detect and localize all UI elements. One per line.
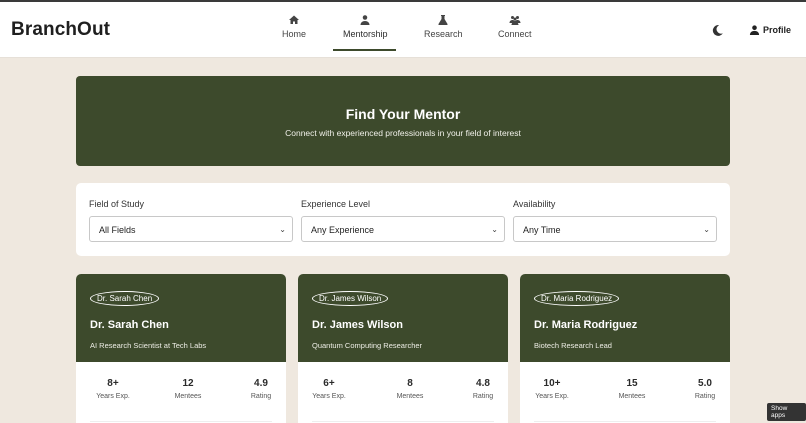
show-apps-button[interactable]: Show apps [767,403,806,421]
stat-value: 12 [182,378,194,389]
hero-subtitle: Connect with experienced professionals i… [285,128,521,138]
stat-label: Rating [472,393,494,400]
hero-title: Find Your Mentor [345,106,461,122]
stat-value: 4.8 [476,378,490,389]
top-navbar: BranchOut Home Mentorship Research Conne… [0,2,806,58]
mentor-name: Dr. James Wilson [312,319,403,331]
moon-icon[interactable] [711,24,724,37]
nav-research-label: Research [424,29,463,39]
stat-value: 10+ [543,378,561,389]
active-tab-indicator [333,49,396,51]
filter-availability: Availability Any Time ⌄ [513,199,717,242]
mentor-photo: Dr. James Wilson [312,291,389,306]
stat-value: 8 [407,378,413,389]
mentor-card[interactable]: Dr. James Wilson Dr. James Wilson Quantu… [298,274,508,423]
mentor-card-header: Dr. Maria Rodriguez Dr. Maria Rodriguez … [520,274,730,362]
stat-value: 4.9 [254,378,268,389]
nav-connect-label: Connect [498,29,532,39]
person-icon [360,15,370,25]
mentor-stats: 10+ Years Exp. 15 Mentees 5.0 Rating [534,362,716,422]
stat-label: Years Exp. [312,393,346,400]
filter-field-of-study: Field of Study All Fields ⌄ [89,199,293,242]
mentor-card[interactable]: Dr. Sarah Chen Dr. Sarah Chen AI Researc… [76,274,286,423]
stat-mentees: 15 Mentees [614,378,650,400]
mentor-name: Dr. Sarah Chen [90,319,169,331]
nav-connect[interactable]: Connect [498,14,532,39]
select-value: All Fields [99,225,136,235]
stat-label: Rating [694,393,716,400]
nav-home[interactable]: Home [282,14,306,39]
mentor-stats: 6+ Years Exp. 8 Mentees 4.8 Rating [312,362,494,422]
stat-value: 8+ [107,378,119,389]
stat-label: Years Exp. [96,393,130,400]
stat-label: Mentees [174,393,202,400]
stat-experience: 8+ Years Exp. [96,378,130,400]
stat-rating: 5.0 Rating [690,378,720,400]
nav-mentorship-label: Mentorship [343,29,388,39]
nav-mentorship[interactable]: Mentorship [343,14,388,39]
stat-experience: 6+ Years Exp. [312,378,346,400]
mentor-photo: Dr. Maria Rodriguez [534,291,620,306]
mentor-card-header: Dr. Sarah Chen Dr. Sarah Chen AI Researc… [76,274,286,362]
profile-label: Profile [763,25,792,35]
filter-label: Availability [513,199,556,209]
filter-label: Field of Study [89,199,145,209]
hero-banner: Find Your Mentor Connect with experience… [76,76,730,166]
mentor-photo: Dr. Sarah Chen [90,291,160,306]
stat-label: Years Exp. [535,393,569,400]
stat-rating: 4.8 Rating [468,378,498,400]
filter-experience-level: Experience Level Any Experience ⌄ [301,199,505,242]
filter-label: Experience Level [301,199,371,209]
mentor-stats: 8+ Years Exp. 12 Mentees 4.9 Rating [90,362,272,422]
filter-panel: Field of Study All Fields ⌄ Experience L… [76,183,730,256]
chevron-down-icon: ⌄ [491,225,498,234]
stat-label: Mentees [618,393,646,400]
nav-research[interactable]: Research [424,14,463,39]
stat-experience: 10+ Years Exp. [534,378,570,400]
chevron-down-icon: ⌄ [279,225,286,234]
stat-label: Rating [250,393,272,400]
availability-select[interactable]: Any Time ⌄ [513,216,717,242]
chevron-down-icon: ⌄ [703,225,710,234]
people-icon [509,16,521,25]
experience-level-select[interactable]: Any Experience ⌄ [301,216,505,242]
stat-rating: 4.9 Rating [246,378,276,400]
stat-mentees: 12 Mentees [170,378,206,400]
mentor-card-header: Dr. James Wilson Dr. James Wilson Quantu… [298,274,508,362]
field-of-study-select[interactable]: All Fields ⌄ [89,216,293,242]
mentor-card[interactable]: Dr. Maria Rodriguez Dr. Maria Rodriguez … [520,274,730,423]
mentor-role: AI Research Scientist at Tech Labs [90,341,207,350]
nav-home-label: Home [282,29,307,39]
flask-icon [438,15,448,25]
select-value: Any Experience [311,225,375,235]
profile-button[interactable]: Profile [749,24,791,36]
home-icon [289,15,299,24]
user-icon [749,25,760,36]
stat-value: 6+ [323,378,335,389]
select-value: Any Time [523,225,561,235]
stat-value: 5.0 [698,378,712,389]
mentor-name: Dr. Maria Rodriguez [534,319,638,331]
mentor-role: Quantum Computing Researcher [312,341,423,350]
stat-value: 15 [626,378,638,389]
mentor-role: Biotech Research Lead [534,341,612,350]
stat-label: Mentees [396,393,424,400]
stat-mentees: 8 Mentees [392,378,428,400]
app-logo[interactable]: BranchOut [11,19,110,41]
